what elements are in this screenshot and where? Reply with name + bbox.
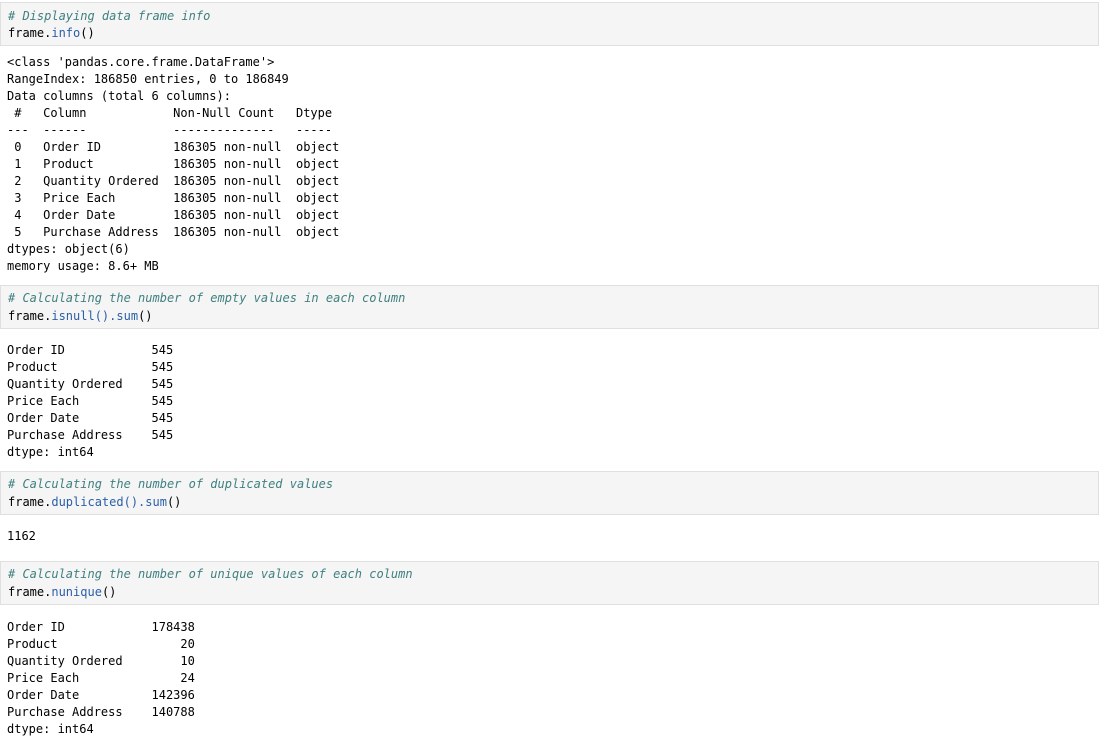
output-line: 3 Price Each 186305 non-null object (7, 191, 340, 205)
output-line: Order Date 545 (7, 411, 174, 425)
output-line: Price Each 545 (7, 394, 174, 408)
output-line: dtype: int64 (7, 722, 94, 736)
output-line: 0 Order ID 186305 non-null object (7, 140, 340, 154)
output-line: 5 Purchase Address 186305 non-null objec… (7, 225, 340, 239)
output-line: Order Date 142396 (7, 688, 195, 702)
code-object: frame. (8, 585, 52, 599)
output-line: 4 Order Date 186305 non-null object (7, 208, 340, 222)
code-comment: # Calculating the number of unique value… (8, 567, 413, 581)
code-object: frame. (8, 309, 52, 323)
notebook: # Displaying data frame info frame.info(… (0, 0, 1101, 747)
output-line: 1 Product 186305 non-null object (7, 157, 340, 171)
code-comment: # Calculating the number of duplicated v… (8, 477, 334, 491)
output-line: Purchase Address 545 (7, 428, 174, 442)
output-line: dtypes: object(6) (7, 242, 130, 256)
code-statement: frame.duplicated().sum() (8, 494, 181, 511)
code-method: nunique (51, 585, 102, 599)
code-comment: # Displaying data frame info (8, 9, 211, 23)
output-line: memory usage: 8.6+ MB (7, 259, 159, 273)
code-cell-isnull[interactable]: # Calculating the number of empty values… (0, 285, 1099, 329)
code-comment: # Calculating the number of empty values… (8, 291, 406, 305)
output-line: Quantity Ordered 545 (7, 377, 174, 391)
code-args: () (138, 309, 153, 323)
code-args: () (101, 585, 117, 599)
output-line: 2 Quantity Ordered 186305 non-null objec… (7, 174, 340, 188)
output-line: # Column Non-Null Count Dtype (7, 106, 340, 120)
code-cell-nunique[interactable]: # Calculating the number of unique value… (0, 561, 1099, 605)
code-args: () (80, 26, 95, 40)
output-line: Price Each 24 (7, 671, 195, 685)
code-object: frame. (8, 495, 52, 509)
code-statement: frame.nunique() (8, 584, 116, 601)
output-line: RangeIndex: 186850 entries, 0 to 186849 (7, 72, 289, 86)
output-line: Order ID 178438 (7, 620, 195, 634)
output-line: 1162 (7, 529, 36, 543)
output-line: Product 20 (7, 637, 195, 651)
code-method: duplicated().sum (51, 495, 167, 509)
code-statement: frame.info() (8, 25, 95, 42)
code-cell-info[interactable]: # Displaying data frame info frame.info(… (0, 2, 1099, 46)
output-line: <class 'pandas.core.frame.DataFrame'> (7, 55, 275, 69)
code-method: info (51, 26, 81, 40)
output-line: --- ------ -------------- ----- (7, 123, 340, 137)
output-line: Data columns (total 6 columns): (7, 89, 231, 103)
output-line: dtype: int64 (7, 445, 94, 459)
output-line: Quantity Ordered 10 (7, 654, 195, 668)
code-cell-duplicated[interactable]: # Calculating the number of duplicated v… (0, 471, 1099, 515)
code-statement: frame.isnull().sum() (8, 308, 153, 325)
code-method: isnull().sum (51, 309, 139, 323)
code-object: frame. (8, 26, 52, 40)
code-args: () (166, 495, 182, 509)
output-line: Product 545 (7, 360, 174, 374)
output-line: Order ID 545 (7, 343, 174, 357)
output-line: Purchase Address 140788 (7, 705, 195, 719)
